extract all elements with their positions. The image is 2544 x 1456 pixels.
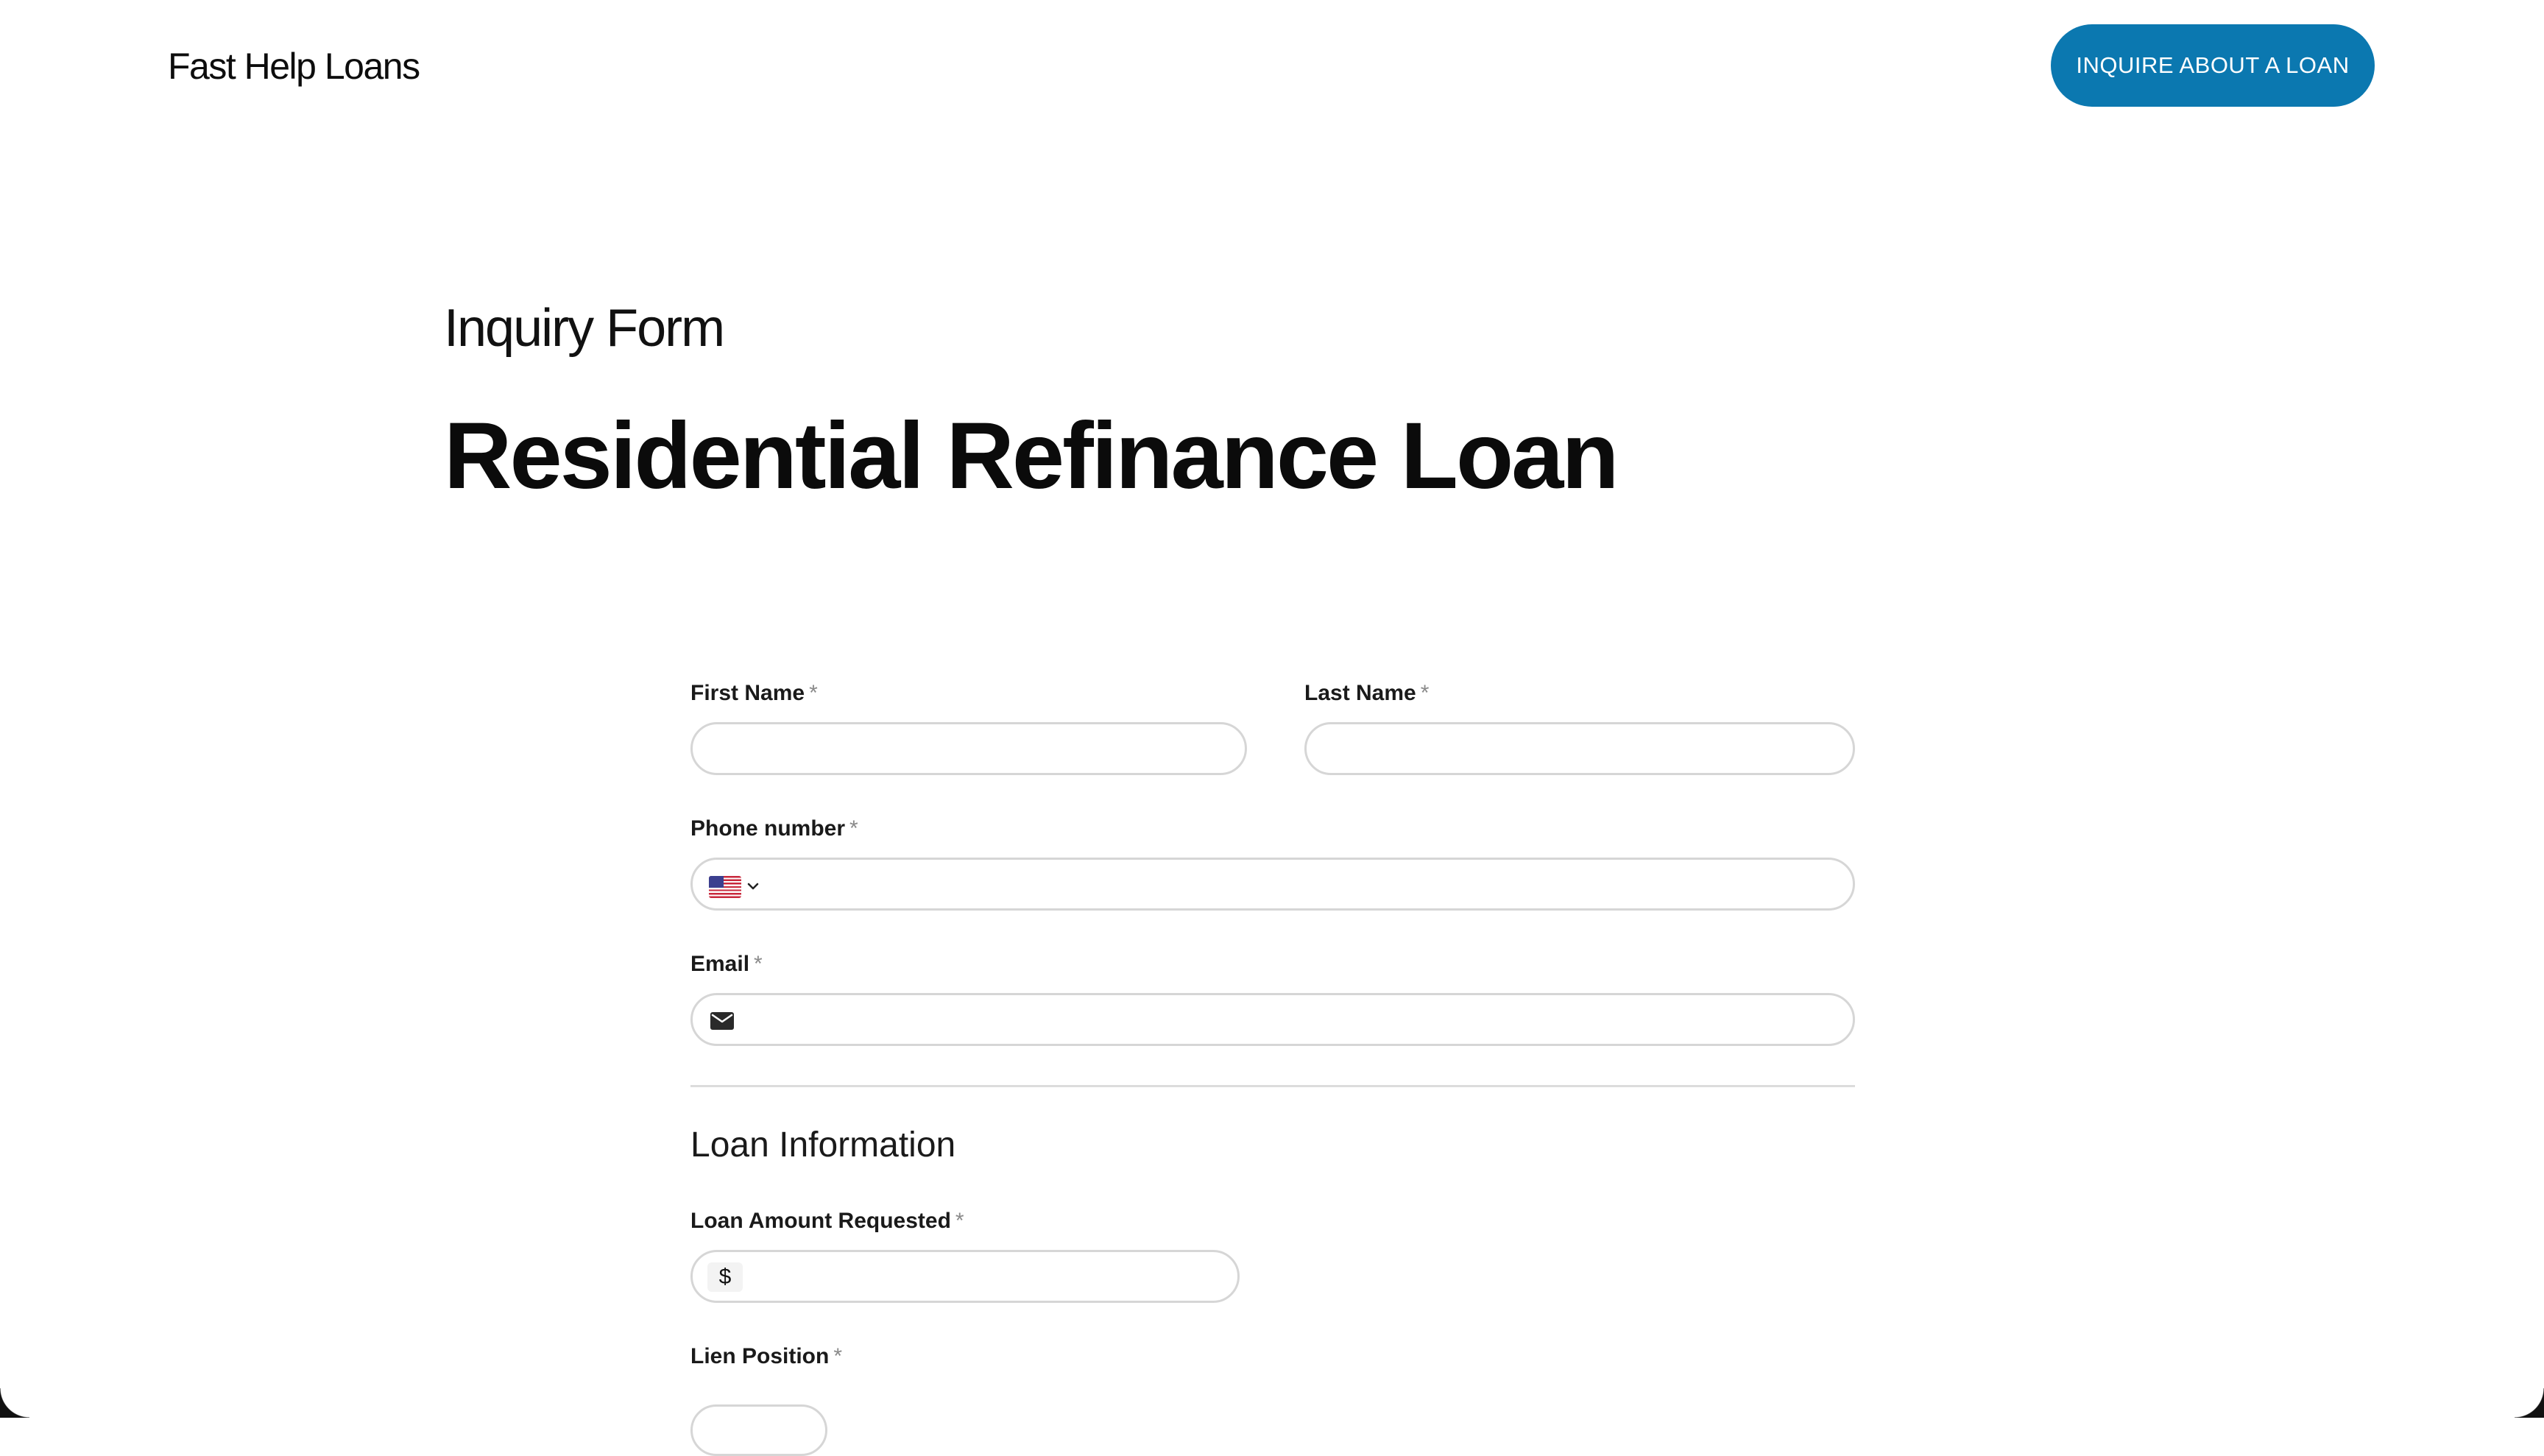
required-marker: * bbox=[809, 681, 818, 705]
inquire-loan-button[interactable]: INQUIRE ABOUT A LOAN bbox=[2051, 24, 2375, 107]
email-field[interactable] bbox=[690, 993, 1855, 1046]
email-label-text: Email bbox=[690, 952, 750, 976]
brand-logo[interactable]: Fast Help Loans bbox=[168, 43, 420, 90]
first-name-input[interactable] bbox=[713, 724, 1224, 773]
page-eyebrow: Inquiry Form bbox=[444, 299, 725, 358]
loan-amount-label-text: Loan Amount Requested bbox=[690, 1209, 951, 1233]
last-name-label-text: Last Name bbox=[1304, 681, 1416, 705]
lien-position-label-text: Lien Position bbox=[690, 1344, 830, 1368]
us-flag-icon bbox=[709, 876, 741, 898]
required-marker: * bbox=[833, 1344, 843, 1368]
phone-label: Phone number * bbox=[690, 814, 858, 844]
first-name-field[interactable] bbox=[690, 722, 1247, 775]
window-corner-right bbox=[2515, 1388, 2544, 1418]
lien-position-label: Lien Position * bbox=[690, 1342, 842, 1371]
envelope-icon bbox=[710, 1012, 734, 1030]
first-name-label-text: First Name bbox=[690, 681, 805, 705]
chevron-down-icon bbox=[747, 883, 759, 890]
country-selector[interactable] bbox=[693, 860, 774, 908]
required-marker: * bbox=[955, 1209, 964, 1233]
last-name-input[interactable] bbox=[1327, 724, 1832, 773]
email-input[interactable] bbox=[749, 995, 1832, 1044]
window-corner-left bbox=[0, 1388, 29, 1418]
loan-amount-label: Loan Amount Requested * bbox=[690, 1206, 964, 1236]
page-title: Residential Refinance Loan bbox=[444, 403, 1619, 509]
first-name-label: First Name * bbox=[690, 679, 818, 708]
email-label: Email * bbox=[690, 950, 763, 979]
last-name-label: Last Name * bbox=[1304, 679, 1429, 708]
phone-field[interactable] bbox=[690, 858, 1855, 911]
dollar-prefix: $ bbox=[707, 1262, 743, 1292]
phone-input[interactable] bbox=[780, 860, 1832, 908]
required-marker: * bbox=[849, 816, 858, 841]
phone-label-text: Phone number bbox=[690, 816, 846, 841]
loan-amount-field[interactable]: $ bbox=[690, 1250, 1240, 1303]
lien-position-option[interactable] bbox=[690, 1404, 827, 1456]
required-marker: * bbox=[1420, 681, 1430, 705]
last-name-field[interactable] bbox=[1304, 722, 1855, 775]
required-marker: * bbox=[754, 952, 763, 976]
loan-information-heading: Loan Information bbox=[690, 1125, 956, 1165]
loan-amount-input[interactable] bbox=[755, 1252, 1217, 1301]
section-divider bbox=[690, 1085, 1855, 1087]
